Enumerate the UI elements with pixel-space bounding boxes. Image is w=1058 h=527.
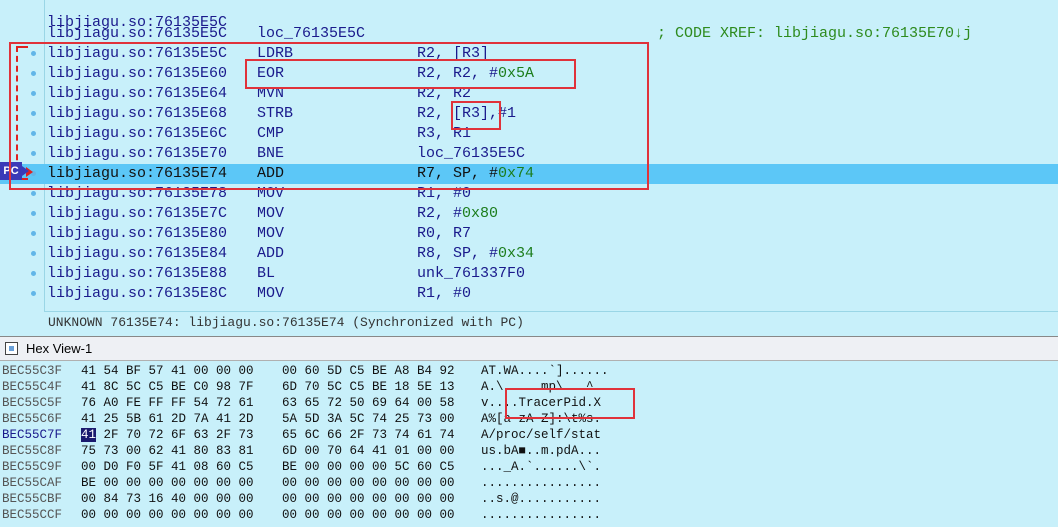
hex-address: BEC55C4F — [2, 380, 63, 394]
hex-bytes-left[interactable]: 00 84 73 16 40 00 00 00 — [81, 491, 254, 507]
hex-bytes-left[interactable]: 00 00 00 00 00 00 00 00 — [81, 507, 254, 523]
hex-row[interactable]: BEC55C3F 41 54 BF 57 41 00 00 00 00 60 5D … — [0, 363, 1058, 379]
breakpoint-dot-icon[interactable] — [31, 191, 36, 196]
hex-ascii[interactable]: ..._A.`......\`. — [481, 459, 601, 475]
tracerpid-annotation-box — [505, 388, 635, 419]
disasm-operands[interactable]: R0, R7 — [417, 224, 471, 244]
hex-bytes-left[interactable]: 75 73 00 62 41 80 83 81 — [81, 443, 254, 459]
hex-ascii[interactable]: AT.WA....`]...... — [481, 363, 609, 379]
hex-address: BEC55CAF — [2, 476, 63, 490]
disasm-operands[interactable]: R2, #0x80 — [417, 204, 498, 224]
hex-bytes-left[interactable]: BE 00 00 00 00 00 00 00 — [81, 475, 254, 491]
hex-row[interactable]: BEC55C7F 41 2F 70 72 6F 63 2F 73 65 6C 66 … — [0, 427, 1058, 443]
hex-address: BEC55C6F — [2, 412, 63, 426]
disasm-row[interactable]: libjiagu.so:76135E8C MOV R1, #0 — [0, 284, 1058, 304]
hex-ascii[interactable]: ..s.@........... — [481, 491, 601, 507]
immediate-value: 0x34 — [498, 245, 535, 262]
disasm-address[interactable]: libjiagu.so:76135E5C — [47, 24, 227, 44]
disasm-mnemonic[interactable]: MOV — [257, 284, 284, 304]
hex-bytes-left[interactable]: 41 25 5B 61 2D 7A 41 2D — [81, 411, 254, 427]
hex-bytes-right[interactable]: 63 65 72 50 69 64 00 58 — [282, 395, 455, 411]
hex-ascii[interactable]: us.bA■..m.pdA... — [481, 443, 601, 459]
breakpoint-dot-icon[interactable] — [31, 231, 36, 236]
hex-bytes-right[interactable]: 6D 00 70 64 41 01 00 00 — [282, 443, 455, 459]
hex-address: BEC55CBF — [2, 492, 63, 506]
hex-ascii[interactable]: ................ — [481, 507, 601, 523]
r3-annotation-box — [451, 101, 501, 130]
disasm-row[interactable]: libjiagu.so:76135E80 MOV R0, R7 — [0, 224, 1058, 244]
hex-address: BEC55C8F — [2, 444, 63, 458]
hex-bytes-right[interactable]: 6D 70 5C C5 BE 18 5E 13 — [282, 379, 455, 395]
immediate-value: 0x80 — [462, 205, 499, 222]
hex-bytes-left[interactable]: 41 8C 5C C5 BE C0 98 7F — [81, 379, 254, 395]
breakpoint-dot-icon[interactable] — [31, 211, 36, 216]
breakpoint-dot-icon[interactable] — [31, 271, 36, 276]
disasm-mnemonic[interactable]: BL — [257, 264, 275, 284]
hex-address: BEC55CCF — [2, 508, 63, 522]
hex-bytes-left[interactable]: 00 D0 F0 5F 41 08 60 C5 — [81, 459, 254, 475]
disasm-mnemonic[interactable]: MOV — [257, 224, 284, 244]
disasm-operands[interactable]: R1, #0 — [417, 284, 471, 304]
hex-row[interactable]: BEC55C8F 75 73 00 62 41 80 83 81 6D 00 70 … — [0, 443, 1058, 459]
disasm-address[interactable]: libjiagu.so:76135E7C — [47, 204, 227, 224]
breakpoint-dot-icon[interactable] — [31, 291, 36, 296]
hex-bytes-right[interactable]: 00 00 00 00 00 00 00 00 — [282, 507, 455, 523]
hex-address: BEC55C3F — [2, 364, 63, 378]
hex-row[interactable]: BEC55CCF 00 00 00 00 00 00 00 00 00 00 00 … — [0, 507, 1058, 523]
hex-row[interactable]: BEC55C9F 00 D0 F0 5F 41 08 60 C5 BE 00 00 … — [0, 459, 1058, 475]
eor-annotation-box — [245, 59, 576, 89]
hex-bytes-right[interactable]: 00 00 00 00 00 00 00 00 — [282, 475, 455, 491]
disasm-mnemonic[interactable]: MOV — [257, 204, 284, 224]
disasm-comment: ; CODE XREF: libjiagu.so:76135E70↓j — [657, 25, 973, 42]
hex-view-panel[interactable]: Hex View-1 BEC55C3F 41 54 BF 57 41 00 00 … — [0, 336, 1058, 527]
disasm-operands[interactable]: unk_761337F0 — [417, 264, 525, 284]
hex-bytes-right[interactable]: 00 00 00 00 00 00 00 00 — [282, 491, 455, 507]
disasm-address[interactable]: libjiagu.so:76135E8C — [47, 284, 227, 304]
hex-bytes-right[interactable]: 65 6C 66 2F 73 74 61 74 — [282, 427, 455, 443]
hex-row[interactable]: BEC55CBF 00 84 73 16 40 00 00 00 00 00 00 … — [0, 491, 1058, 507]
hex-ascii[interactable]: A/proc/self/stat — [481, 427, 601, 443]
hex-view-titlebar[interactable]: Hex View-1 — [0, 337, 1058, 361]
hex-row[interactable]: BEC55CAF BE 00 00 00 00 00 00 00 00 00 00 … — [0, 475, 1058, 491]
hex-bytes-left[interactable]: 41 54 BF 57 41 00 00 00 — [81, 363, 254, 379]
breakpoint-dot-icon[interactable] — [31, 251, 36, 256]
disasm-operands[interactable]: R8, SP, #0x34 — [417, 244, 534, 264]
hex-address: BEC55C7F — [2, 428, 63, 442]
sync-status-line: UNKNOWN 76135E74: libjiagu.so:76135E74 (… — [44, 311, 1058, 334]
hex-bytes-right[interactable]: 5A 5D 3A 5C 74 25 73 00 — [282, 411, 455, 427]
disassembly-view[interactable]: libjiagu.so:76135E5C libjiagu.so:76135E5… — [0, 0, 1058, 336]
hex-view-title: Hex View-1 — [26, 341, 93, 356]
selected-byte[interactable]: 41 — [81, 428, 97, 442]
status-text: UNKNOWN 76135E74: libjiagu.so:76135E74 (… — [48, 315, 524, 330]
hex-address: BEC55C5F — [2, 396, 63, 410]
disasm-row[interactable]: libjiagu.so:76135E7C MOV R2, #0x80 — [0, 204, 1058, 224]
hex-bytes-right[interactable]: 00 60 5D C5 BE A8 B4 92 — [282, 363, 455, 379]
disasm-address[interactable]: libjiagu.so:76135E84 — [47, 244, 227, 264]
disasm-row[interactable]: libjiagu.so:76135E88 BL unk_761337F0 — [0, 264, 1058, 284]
disasm-address[interactable]: libjiagu.so:76135E80 — [47, 224, 227, 244]
hex-bytes-left[interactable]: 41 2F 70 72 6F 63 2F 73 — [81, 427, 254, 443]
disasm-mnemonic[interactable]: ADD — [257, 244, 284, 264]
hex-address: BEC55C9F — [2, 460, 63, 474]
disasm-address[interactable]: libjiagu.so:76135E88 — [47, 264, 227, 284]
disasm-row-partial[interactable]: libjiagu.so:76135E5C — [0, 0, 1058, 31]
hex-bytes-right[interactable]: BE 00 00 00 00 5C 60 C5 — [282, 459, 455, 475]
disasm-row[interactable]: libjiagu.so:76135E5C loc_76135E5C ; CODE X… — [0, 24, 1058, 44]
hex-view-icon — [5, 342, 18, 355]
hex-ascii[interactable]: ................ — [481, 475, 601, 491]
disasm-mnemonic[interactable]: loc_76135E5C — [257, 24, 365, 44]
disasm-row[interactable]: libjiagu.so:76135E84 ADD R8, SP, #0x34 — [0, 244, 1058, 264]
hex-bytes-left[interactable]: 76 A0 FE FF FF 54 72 61 — [81, 395, 254, 411]
